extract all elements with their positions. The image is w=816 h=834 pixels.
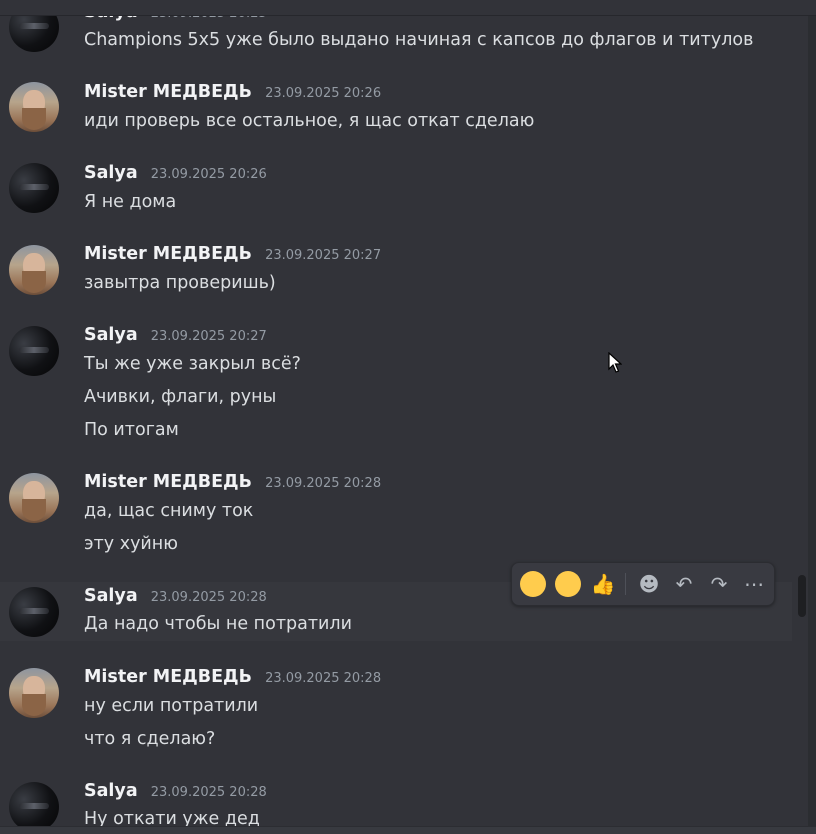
author-name[interactable]: Salya [84, 781, 138, 801]
message-text: Champions 5x5 уже было выдано начиная с … [84, 30, 754, 50]
message[interactable]: Mister МЕДВЕДЬ 23.09.2025 20:28 ну если … [0, 654, 792, 766]
message-text: Я не дома [84, 192, 177, 212]
add-reaction-icon: ☻ [638, 572, 660, 596]
author-name[interactable]: Mister МЕДВЕДЬ [84, 82, 252, 102]
more-icon: ⋯ [744, 572, 764, 596]
message[interactable]: Salya 23.09.2025 20:27 Ты же уже закрыл … [0, 313, 792, 458]
message-text: Ты же уже закрыл всё? [84, 354, 301, 374]
timestamp: 23.09.2025 20:28 [265, 476, 382, 491]
forward-button[interactable]: ↷ [703, 568, 735, 600]
thumbs-up-icon: 👍 [590, 572, 616, 596]
avatar[interactable] [9, 782, 59, 832]
avatar[interactable] [9, 163, 59, 213]
message[interactable]: Mister МЕДВЕДЬ 23.09.2025 20:28 да, щас … [0, 459, 792, 571]
avatar[interactable] [9, 82, 59, 132]
author-name[interactable]: Mister МЕДВЕДЬ [84, 472, 252, 492]
timestamp: 23.09.2025 20:27 [265, 248, 382, 263]
rolling-on-floor-laughing-emoji[interactable] [552, 568, 584, 600]
avatar[interactable] [9, 587, 59, 637]
timestamp: 23.09.2025 20:28 [150, 785, 267, 800]
author-name[interactable]: Salya [84, 163, 138, 183]
message-text: завытра проверишь) [84, 273, 276, 293]
message[interactable]: Salya 23.09.2025 20:26 Я не дома [0, 151, 792, 231]
avatar[interactable] [9, 668, 59, 718]
add-reaction-button[interactable]: ☻ [633, 568, 665, 600]
reply-button[interactable]: ↶ [668, 568, 700, 600]
forward-icon: ↷ [710, 572, 728, 596]
timestamp: 23.09.2025 20:27 [150, 329, 267, 344]
rolling-on-floor-laughing-icon [555, 571, 581, 597]
toolbar-divider [625, 573, 626, 595]
message-text: По итогам [84, 420, 179, 440]
reply-icon: ↶ [675, 572, 693, 596]
upside-down-face-emoji[interactable] [517, 568, 549, 600]
message[interactable]: Mister МЕДВЕДЬ 23.09.2025 20:26 иди пров… [0, 70, 792, 150]
message-action-toolbar: 👍 ☻ ↶ ↷ ⋯ [511, 562, 775, 606]
timestamp: 23.09.2025 20:26 [150, 167, 267, 182]
author-name[interactable]: Mister МЕДВЕДЬ [84, 667, 252, 687]
avatar[interactable] [9, 473, 59, 523]
message-text: да, щас сниму ток [84, 501, 254, 521]
message-text: Да надо чтобы не потратили [84, 614, 352, 634]
upside-down-face-icon [520, 571, 546, 597]
avatar[interactable] [9, 326, 59, 376]
mouse-cursor-icon [608, 352, 622, 373]
timestamp: 23.09.2025 20:28 [150, 590, 267, 605]
top-bar [0, 0, 816, 16]
message-text: что я сделаю? [84, 729, 216, 749]
message-text: эту хуйню [84, 534, 178, 554]
author-name[interactable]: Salya [84, 586, 138, 606]
thumbs-up-emoji[interactable]: 👍 [587, 568, 619, 600]
more-button[interactable]: ⋯ [738, 568, 770, 600]
message-text: иди проверь все остальное, я щас откат с… [84, 111, 535, 131]
timestamp: 23.09.2025 20:26 [265, 86, 382, 101]
message-text: ну если потратили [84, 696, 259, 716]
scrollbar-track[interactable] [808, 0, 816, 833]
author-name[interactable]: Salya [84, 325, 138, 345]
scrollbar-thumb[interactable] [798, 575, 806, 617]
author-name[interactable]: Mister МЕДВЕДЬ [84, 244, 252, 264]
timestamp: 23.09.2025 20:28 [265, 671, 382, 686]
message-text: Ачивки, флаги, руны [84, 387, 277, 407]
message[interactable]: Salya 23.09.2025 20:28 Ну откати уже дед [0, 767, 792, 833]
message[interactable]: Mister МЕДВЕДЬ 23.09.2025 20:27 завытра … [0, 232, 792, 312]
avatar[interactable] [9, 245, 59, 295]
